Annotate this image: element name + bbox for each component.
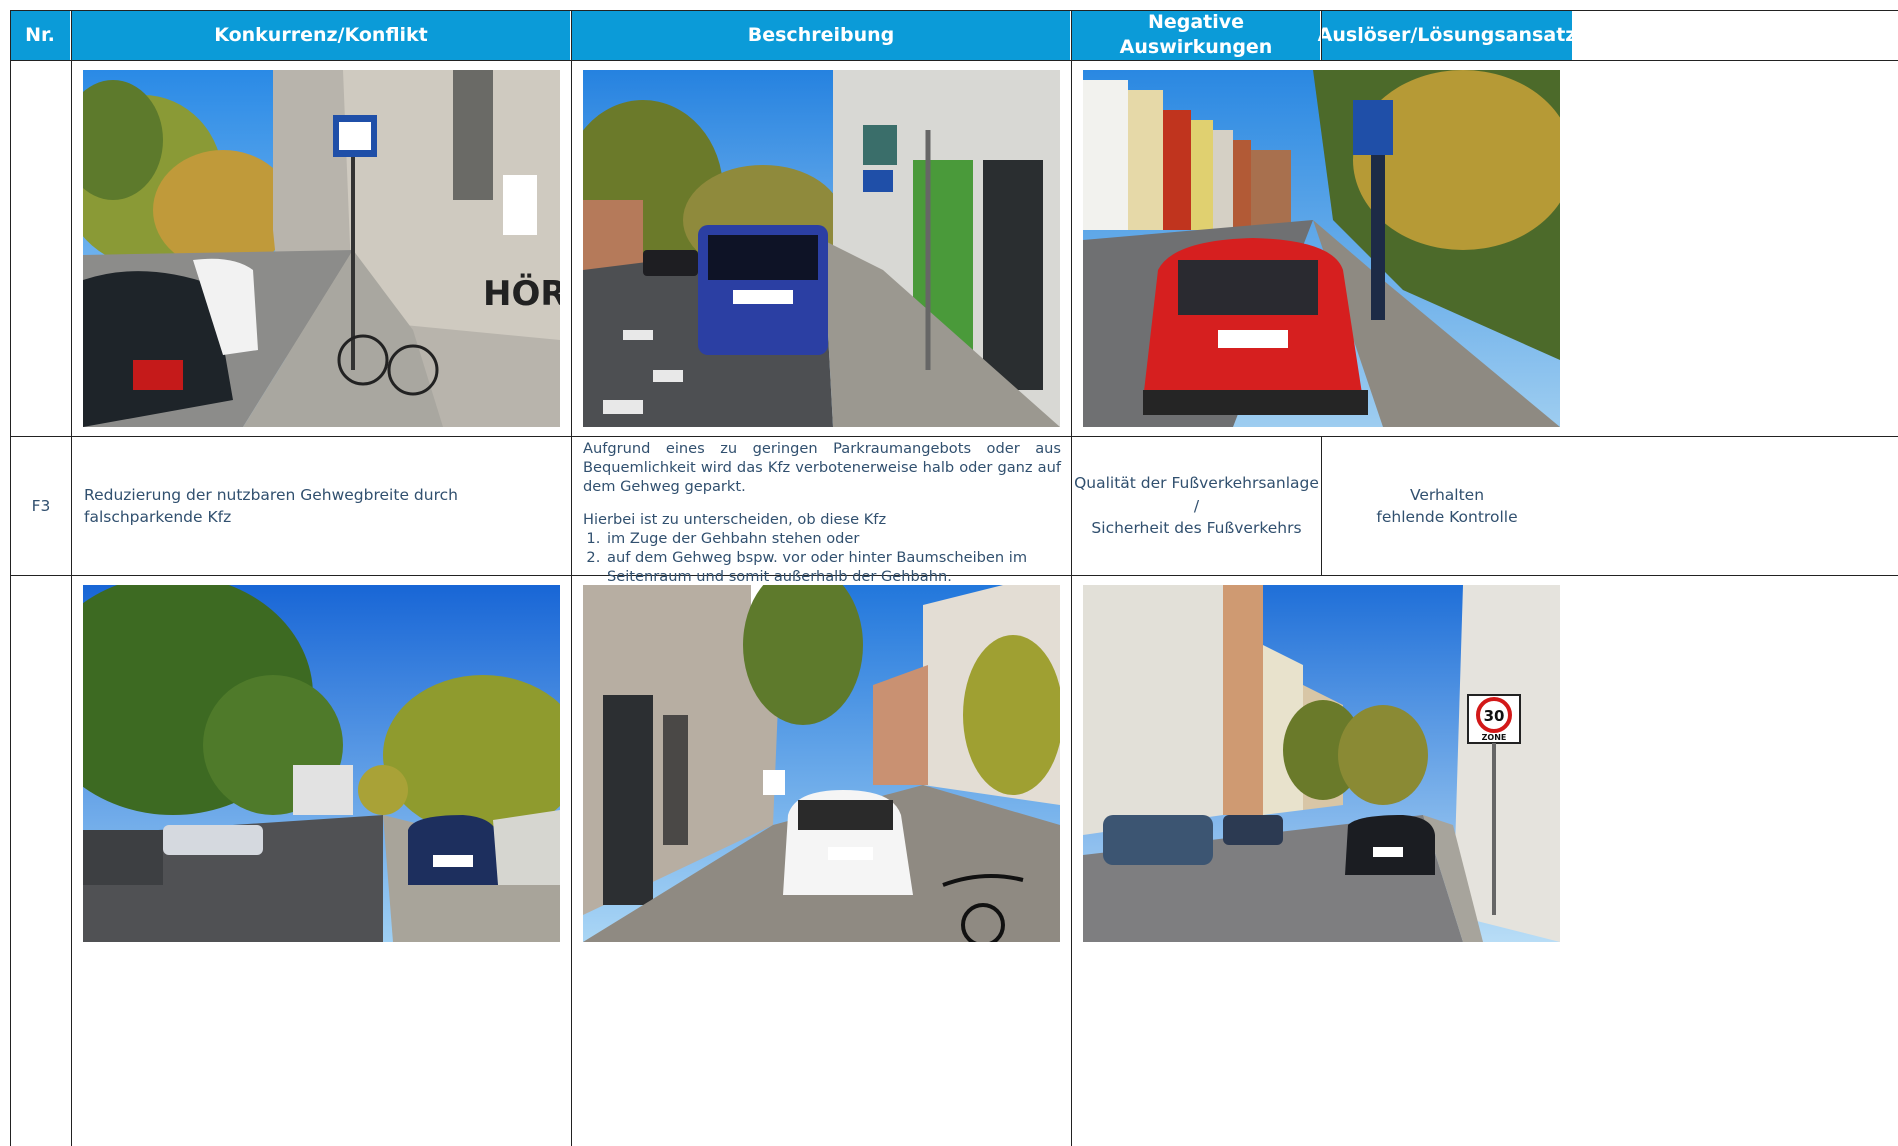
ausloeser-line-2: fehlende Kontrolle bbox=[1376, 508, 1518, 526]
speed-sign-number: 30 bbox=[1484, 707, 1505, 725]
cell-ausloeser: Verhalten fehlende Kontrolle bbox=[1322, 437, 1572, 575]
row-nr: F3 bbox=[31, 496, 51, 515]
grid-line bbox=[10, 10, 1898, 11]
photo-street-parked-cars-parking-meter: HÖRN bbox=[83, 70, 560, 427]
header-konflikt-label: Konkurrenz/Konflikt bbox=[214, 23, 428, 46]
cell-konflikt: Reduzierung der nutzbaren Gehwegbreite d… bbox=[84, 437, 564, 575]
grid-line bbox=[571, 10, 572, 1146]
beschreibung-paragraph-2: Hierbei ist zu unterscheiden, ob diese K… bbox=[583, 510, 887, 528]
photo-red-car-on-sidewalk bbox=[1083, 70, 1560, 427]
photo-blue-van-on-sidewalk bbox=[583, 70, 1060, 427]
header-beschreibung: Beschreibung bbox=[572, 10, 1070, 60]
cell-negative: Qualität der Fußverkehrsanlage / Sicherh… bbox=[1072, 437, 1321, 575]
grid-line bbox=[1071, 10, 1072, 1146]
header-konflikt: Konkurrenz/Konflikt bbox=[72, 10, 570, 60]
beschreibung-paragraph-1: Aufgrund eines zu geringen Parkraumangeb… bbox=[583, 440, 1061, 495]
beschreibung-list: im Zuge der Gehbahn stehen oder auf dem … bbox=[583, 530, 1061, 587]
cell-nr: F3 bbox=[11, 437, 71, 575]
list-item: im Zuge der Gehbahn stehen oder bbox=[605, 530, 1061, 549]
header-nr: Nr. bbox=[10, 10, 70, 60]
grid-line bbox=[71, 10, 72, 1146]
grid-line bbox=[10, 10, 11, 1146]
grid-line bbox=[10, 60, 1898, 61]
photo-car-in-alley-sidewalk bbox=[83, 585, 560, 942]
header-negative: Negative Auswirkungen bbox=[1072, 10, 1320, 60]
header-ausloeser-label: Auslöser/Lösungsansatz bbox=[1317, 23, 1577, 46]
grid-line bbox=[1321, 10, 1322, 60]
photo-white-car-shop-sidewalk bbox=[583, 585, 1060, 942]
zone-label: ZONE bbox=[1482, 733, 1507, 742]
header-negative-label: Negative Auswirkungen bbox=[1119, 11, 1273, 58]
photo-tempo-30-zone-street: 30 ZONE bbox=[1083, 585, 1560, 942]
negative-line-2: Sicherheit des Fußverkehrs bbox=[1091, 519, 1302, 538]
svg-text:HÖRN: HÖRN bbox=[483, 273, 560, 314]
header-beschreibung-label: Beschreibung bbox=[747, 23, 895, 46]
cell-beschreibung: Aufgrund eines zu geringen Parkraumangeb… bbox=[583, 440, 1061, 585]
ausloeser-line-1: Verhalten bbox=[1409, 485, 1485, 504]
header-ausloeser: Auslöser/Lösungsansatz bbox=[1318, 10, 1576, 60]
header-nr-label: Nr. bbox=[25, 23, 55, 46]
negative-line-1: Qualität der Fußverkehrsanlage / bbox=[1074, 474, 1319, 515]
row-konflikt: Reduzierung der nutzbaren Gehwegbreite d… bbox=[84, 485, 458, 526]
paragraph-spacer bbox=[583, 497, 1061, 511]
list-item: auf dem Gehweg bspw. vor oder hinter Bau… bbox=[605, 549, 1061, 587]
